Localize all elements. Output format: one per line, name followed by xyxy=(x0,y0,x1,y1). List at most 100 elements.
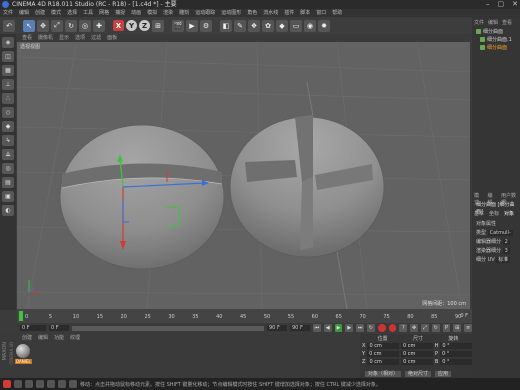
play-icon[interactable]: ▶ xyxy=(334,324,343,332)
menu-item[interactable]: 运动跟踪 xyxy=(195,9,215,17)
start-frame-field[interactable]: 0 F xyxy=(20,325,46,331)
move-icon[interactable]: ✥ xyxy=(37,19,49,32)
pla-key-icon[interactable]: ⊞ xyxy=(453,324,462,332)
skin-icon[interactable] xyxy=(58,380,66,388)
object-item-selected[interactable]: 细分曲面 xyxy=(480,44,507,51)
menu-item[interactable]: 运动图形 xyxy=(221,9,241,17)
menu-item[interactable]: 文件 xyxy=(3,9,13,17)
max-frame-field[interactable]: 90 F xyxy=(267,325,287,331)
type-select[interactable]: Catmull- xyxy=(487,230,513,236)
viewport-menu-item[interactable]: 查看 xyxy=(22,34,32,42)
object-item[interactable]: 细分曲面 xyxy=(476,28,503,35)
render-view-icon[interactable]: 🎬 xyxy=(172,19,184,32)
materials-menu-item[interactable]: 编辑 xyxy=(38,334,48,342)
axis-mode-icon[interactable]: ⊥ xyxy=(2,79,14,90)
menu-item[interactable]: 渲染 xyxy=(163,9,173,17)
scale-key-icon[interactable]: ⤢ xyxy=(420,324,429,332)
rotate-icon[interactable]: ↻ xyxy=(65,19,77,32)
live-select-icon[interactable]: ◎ xyxy=(79,19,91,32)
rotate-key-icon[interactable]: ↻ xyxy=(431,324,440,332)
menu-item[interactable]: 网格 xyxy=(99,9,109,17)
render-picture-viewer-icon[interactable]: ▶ xyxy=(186,19,198,32)
size-z-field[interactable]: 0 cm xyxy=(401,359,433,365)
menu-item[interactable]: 动画 xyxy=(131,9,141,17)
solo-icon[interactable]: ◐ xyxy=(2,205,14,216)
subdivision-icon[interactable]: ❖ xyxy=(248,19,260,32)
undo-icon[interactable]: ↶ xyxy=(3,19,15,32)
floor-icon[interactable]: ▭ xyxy=(290,19,302,32)
material-swatch[interactable] xyxy=(16,344,30,358)
size-y-field[interactable]: 0 cm xyxy=(401,351,433,357)
tab-coord[interactable]: 坐标 xyxy=(489,210,499,217)
tweak-icon[interactable]: ⟁ xyxy=(2,149,14,160)
tab-object[interactable]: 对象 xyxy=(504,210,514,217)
make-editable-icon[interactable]: ◈ xyxy=(2,37,14,48)
materials-menu-item[interactable]: 创建 xyxy=(22,334,32,342)
pen-icon[interactable]: ✎ xyxy=(234,19,246,32)
lock-workplane-icon[interactable]: ▣ xyxy=(2,191,14,202)
rotation-p-field[interactable]: 0 ° xyxy=(440,351,472,357)
points-mode-icon[interactable]: ∴ xyxy=(2,93,14,104)
object-item[interactable]: 细分曲面.1 xyxy=(480,36,512,43)
prev-key-icon[interactable]: ◀ xyxy=(323,324,332,332)
range-slider[interactable] xyxy=(72,325,264,331)
material-name[interactable]: DANIEL xyxy=(15,359,32,364)
light-icon[interactable]: ✹ xyxy=(318,19,330,32)
menu-item[interactable]: 创建 xyxy=(35,9,45,17)
apply-button[interactable]: 应用 xyxy=(435,371,452,377)
menu-item[interactable]: 脚本 xyxy=(300,9,310,17)
microphone-icon[interactable] xyxy=(36,380,44,388)
polygons-mode-icon[interactable]: ◆ xyxy=(2,121,14,132)
deformer-icon[interactable]: ◆ xyxy=(276,19,288,32)
menu-item[interactable]: 帮助 xyxy=(332,9,342,17)
timeline[interactable]: 0 5 10 15 20 25 30 35 40 45 50 55 60 65 70 75 80 85 90 0 F xyxy=(17,309,472,323)
array-icon[interactable]: ✿ xyxy=(262,19,274,32)
subdivide-uv-select[interactable]: 标准 xyxy=(496,257,511,263)
menu-item[interactable]: 模式 xyxy=(51,9,61,17)
position-y-field[interactable]: 0 cm xyxy=(367,351,400,357)
menu-item[interactable]: 编辑 xyxy=(19,9,29,17)
menu-item[interactable]: 流水线 xyxy=(263,9,278,17)
perspective-viewport[interactable]: 透视视图 网格间距：100 cm xyxy=(17,42,470,309)
next-key-icon[interactable]: ▶ xyxy=(345,324,354,332)
minimize-icon[interactable]: – xyxy=(486,0,490,9)
menu-item[interactable]: 模拟 xyxy=(147,9,157,17)
workplane-icon[interactable]: ▤ xyxy=(2,177,14,188)
end-frame-field[interactable]: 90 F xyxy=(290,325,310,331)
objects-menu-item[interactable]: 文件 xyxy=(474,19,484,26)
snap-icon[interactable]: ◎ xyxy=(2,163,14,174)
render-subdivision-field[interactable]: 3 xyxy=(502,248,510,254)
move-key-icon[interactable]: ✥ xyxy=(410,324,418,332)
menu-item[interactable]: 捕捉 xyxy=(115,9,125,17)
viewport-menu-item[interactable]: 过滤 xyxy=(91,34,101,42)
chinese-mode-icon[interactable] xyxy=(14,380,22,388)
cube-icon[interactable]: ◧ xyxy=(220,19,232,32)
x-axis-button[interactable]: X xyxy=(113,20,124,31)
coordinate-system-icon[interactable]: ⊞ xyxy=(152,19,164,32)
size-x-field[interactable]: 0 cm xyxy=(401,343,433,349)
camera-icon[interactable]: ◉ xyxy=(304,19,316,32)
goto-start-icon[interactable]: ⏮ xyxy=(313,324,321,332)
current-frame-field[interactable]: 0 F xyxy=(49,325,69,331)
playhead[interactable] xyxy=(19,311,23,321)
materials-menu-item[interactable]: 纹理 xyxy=(70,334,80,342)
keyboard-icon[interactable] xyxy=(47,380,55,388)
keyframe-selection-icon[interactable]: ? xyxy=(399,324,408,332)
objects-menu-item[interactable]: 编辑 xyxy=(488,19,498,26)
maximize-icon[interactable]: ▢ xyxy=(498,0,505,9)
close-icon[interactable]: ✕ xyxy=(512,0,518,9)
scheme-icon[interactable]: ≡ xyxy=(464,324,472,332)
viewport-menu-item[interactable]: 显示 xyxy=(59,34,69,42)
enable-axis-icon[interactable]: ↳ xyxy=(2,135,14,146)
size-mode-select[interactable]: 绝对尺寸 xyxy=(405,371,432,377)
edges-mode-icon[interactable]: ◇ xyxy=(2,107,14,118)
sphere-slot[interactable] xyxy=(59,124,225,270)
rotation-b-field[interactable]: 0 ° xyxy=(440,359,472,365)
scale-icon[interactable]: ⤢ xyxy=(51,19,63,32)
param-key-icon[interactable]: P xyxy=(442,324,451,332)
autokey-icon[interactable] xyxy=(388,324,397,332)
rotation-h-field[interactable]: 0 ° xyxy=(440,343,472,349)
render-settings-icon[interactable]: ⚙ xyxy=(200,19,212,32)
y-axis-button[interactable]: Y xyxy=(126,20,137,31)
menu-item[interactable]: 角色 xyxy=(247,9,257,17)
